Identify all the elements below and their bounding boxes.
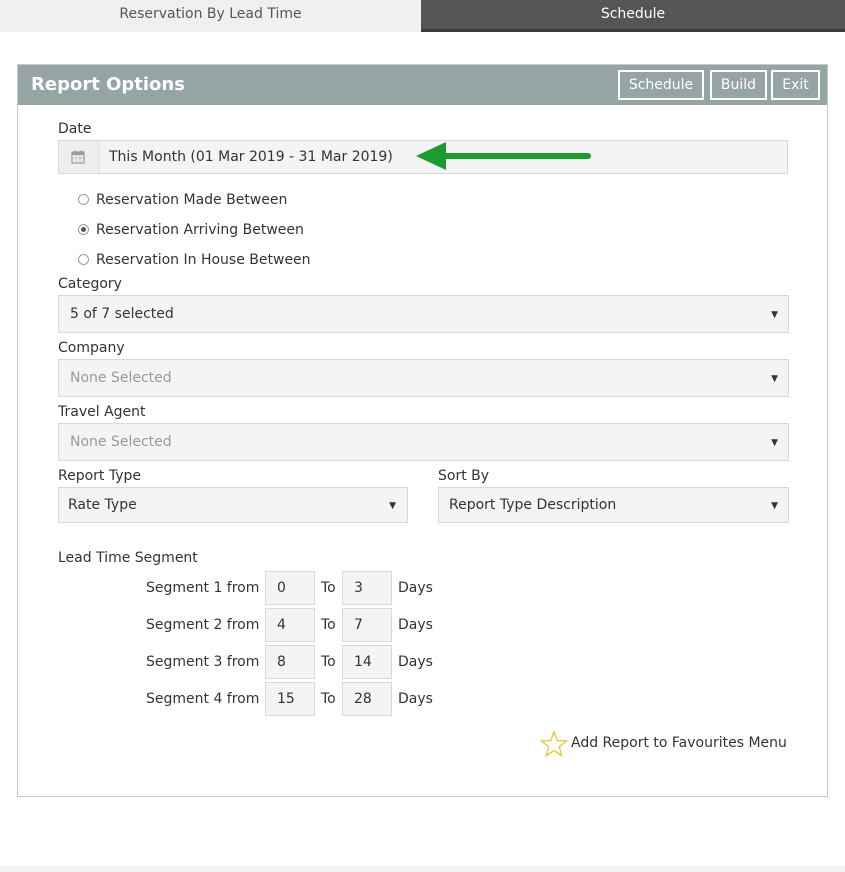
company-placeholder: None Selected (70, 370, 172, 386)
segment-2-from-input[interactable]: 4 (265, 608, 315, 642)
segment-3-to-label: To (321, 654, 336, 670)
lead-time-segment-label: Lead Time Segment (58, 550, 198, 566)
date-icon-box[interactable] (59, 141, 100, 173)
report-type-label: Report Type (58, 468, 142, 484)
report-tabs: Reservation By Lead Time Schedule (0, 0, 845, 32)
segment-2-label: Segment 2 from (146, 617, 260, 633)
tab-schedule[interactable]: Schedule (421, 0, 845, 32)
report-type-select[interactable]: Rate Type ▼ (58, 487, 408, 523)
segment-4-to-input[interactable]: 28 (342, 682, 392, 716)
annotation-arrow-icon (416, 142, 591, 170)
segment-1-to-input[interactable]: 3 (342, 571, 392, 605)
segment-4-days-label: Days (398, 691, 433, 707)
segment-4-from-input[interactable]: 15 (265, 682, 315, 716)
chevron-down-icon: ▼ (771, 310, 778, 320)
segment-3-days-label: Days (398, 654, 433, 670)
radio-button-checked[interactable] (78, 224, 89, 235)
radio-label: Reservation Made Between (96, 192, 288, 208)
travel-agent-select[interactable]: None Selected ▼ (58, 423, 789, 461)
tab-reservation-by-lead-time[interactable]: Reservation By Lead Time (0, 0, 421, 32)
sort-by-select[interactable]: Report Type Description ▼ (438, 487, 789, 523)
segment-1-days-label: Days (398, 580, 433, 596)
date-label: Date (58, 121, 92, 137)
schedule-button[interactable]: Schedule (618, 70, 704, 100)
panel-header: Report Options Schedule Build Exit (18, 65, 827, 105)
calendar-icon (71, 150, 85, 164)
chevron-down-icon: ▼ (771, 438, 778, 448)
radio-button[interactable] (78, 194, 89, 205)
segment-1-label: Segment 1 from (146, 580, 260, 596)
chevron-down-icon: ▼ (389, 501, 396, 511)
segment-3-to-input[interactable]: 14 (342, 645, 392, 679)
travel-agent-label: Travel Agent (58, 404, 146, 420)
company-select[interactable]: None Selected ▼ (58, 359, 789, 397)
report-type-value: Rate Type (68, 497, 137, 513)
sort-by-label: Sort By (438, 468, 490, 484)
radio-button[interactable] (78, 254, 89, 265)
star-icon (540, 730, 568, 758)
company-label: Company (58, 340, 125, 356)
page-footer-band (0, 866, 845, 872)
segment-2-to-input[interactable]: 7 (342, 608, 392, 642)
panel-title: Report Options (31, 74, 185, 95)
date-value: This Month (01 Mar 2019 - 31 Mar 2019) (109, 149, 393, 165)
segment-1-from-input[interactable]: 0 (265, 571, 315, 605)
segment-2-days-label: Days (398, 617, 433, 633)
radio-label: Reservation In House Between (96, 252, 311, 268)
radio-label: Reservation Arriving Between (96, 222, 304, 238)
segment-3-label: Segment 3 from (146, 654, 260, 670)
segment-3-from-input[interactable]: 8 (265, 645, 315, 679)
segment-2-to-label: To (321, 617, 336, 633)
chevron-down-icon: ▼ (771, 501, 778, 511)
category-value: 5 of 7 selected (70, 306, 174, 322)
category-select[interactable]: 5 of 7 selected ▼ (58, 295, 789, 333)
category-label: Category (58, 276, 122, 292)
chevron-down-icon: ▼ (771, 374, 778, 384)
sort-by-value: Report Type Description (449, 497, 617, 513)
build-button[interactable]: Build (710, 70, 767, 100)
segment-4-label: Segment 4 from (146, 691, 260, 707)
travel-agent-placeholder: None Selected (70, 434, 172, 450)
segment-4-to-label: To (321, 691, 336, 707)
segment-1-to-label: To (321, 580, 336, 596)
add-to-favourites-label: Add Report to Favourites Menu (571, 735, 787, 751)
exit-button[interactable]: Exit (771, 70, 820, 100)
add-to-favourites-link[interactable]: Add Report to Favourites Menu (540, 730, 790, 758)
